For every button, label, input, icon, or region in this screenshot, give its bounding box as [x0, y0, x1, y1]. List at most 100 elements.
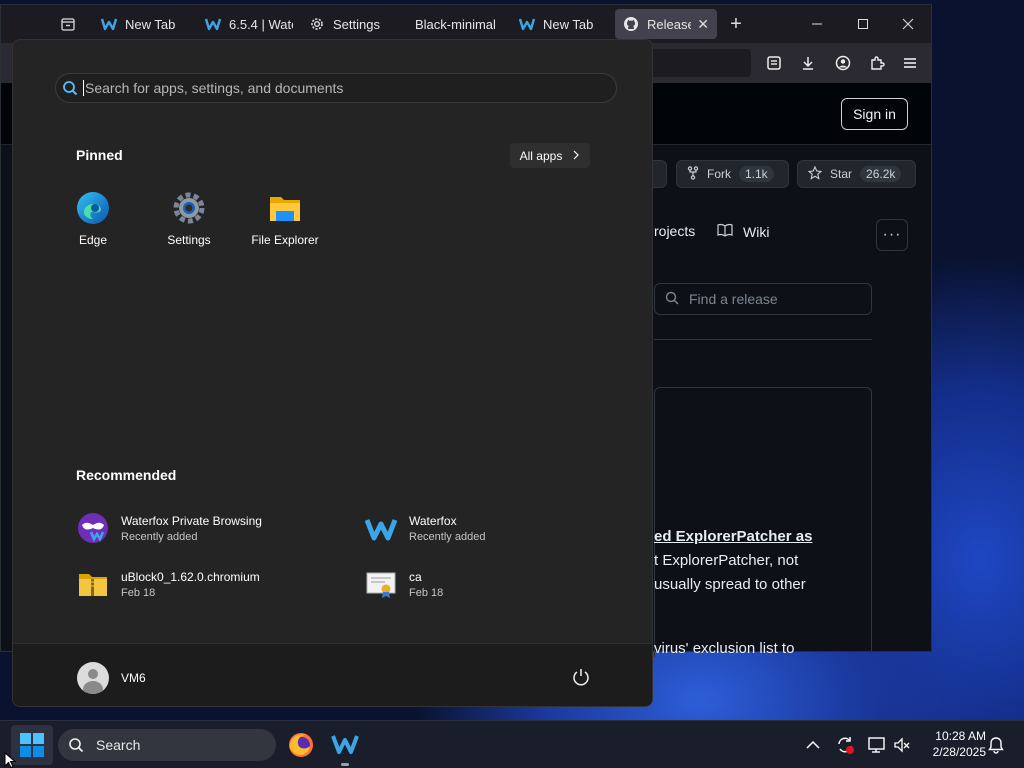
- pinned-edge[interactable]: Edge: [49, 191, 137, 247]
- edge-icon: [76, 191, 110, 225]
- clock-time: 10:28 AM: [935, 729, 986, 743]
- recommended-sub: Recently added: [121, 530, 198, 543]
- content-text: t ExplorerPatcher, not: [654, 552, 799, 569]
- star-label: Star: [830, 167, 853, 181]
- tab-releases[interactable]: Release ✕: [615, 9, 717, 39]
- fork-button[interactable]: Fork 1.1k: [676, 160, 789, 188]
- star-button[interactable]: Star 26.2k: [797, 160, 916, 188]
- menu-icon[interactable]: [900, 53, 920, 73]
- pinned-settings[interactable]: Settings: [145, 191, 233, 247]
- recommended-sub: Recently added: [409, 530, 486, 543]
- sync-alert-icon[interactable]: [835, 735, 855, 755]
- chevron-right-icon: [572, 149, 580, 163]
- recommended-name: uBlock0_1.62.0.chromium: [121, 569, 260, 584]
- tab-label: New Tab: [125, 16, 176, 32]
- user-avatar[interactable]: [77, 662, 109, 694]
- reader-view-icon[interactable]: [764, 53, 784, 73]
- nav-projects[interactable]: rojects: [654, 223, 695, 239]
- waterfox-icon: [519, 16, 536, 32]
- maximize-icon[interactable]: [850, 11, 876, 37]
- content-link[interactable]: ed ExplorerPatcher as: [654, 528, 812, 545]
- text-caret: [83, 80, 84, 96]
- close-tab-icon[interactable]: ✕: [697, 16, 709, 33]
- recommended-sub: Feb 18: [409, 586, 444, 599]
- recommended-name: ca: [409, 569, 422, 584]
- star-count: 26.2k: [860, 166, 902, 182]
- running-indicator: [341, 763, 349, 766]
- search-placeholder: Search for apps, settings, and documents: [85, 80, 344, 96]
- recommended-title: Recommended: [76, 467, 177, 483]
- certificate-icon: [365, 568, 397, 600]
- content-text: virus' exclusion list to: [654, 640, 795, 657]
- tab-label: New Tab: [543, 16, 594, 32]
- recommended-name: Waterfox: [409, 513, 457, 528]
- minimize-icon[interactable]: [804, 11, 830, 37]
- recommended-waterfox-private[interactable]: Waterfox Private Browsing Recently added: [77, 512, 262, 544]
- network-icon[interactable]: [867, 735, 887, 755]
- waterfox-taskbar-icon[interactable]: [331, 732, 359, 758]
- star-icon: [807, 165, 823, 183]
- all-apps-label: All apps: [519, 148, 563, 163]
- notification-bell-icon[interactable]: [986, 735, 1006, 755]
- recommended-waterfox[interactable]: Waterfox Recently added: [365, 512, 485, 544]
- tab-new-tab-2[interactable]: New Tab: [519, 9, 607, 39]
- recommended-ca[interactable]: ca Feb 18: [365, 568, 443, 600]
- nav-wiki[interactable]: Wiki: [717, 223, 769, 240]
- settings-icon: [172, 191, 206, 225]
- pinned-label: Edge: [78, 233, 108, 247]
- firefox-icon[interactable]: [288, 732, 314, 758]
- taskbar-search[interactable]: Search: [58, 729, 276, 761]
- search-icon: [665, 291, 679, 308]
- all-apps-button[interactable]: All apps: [510, 143, 590, 168]
- tab-label: Release: [647, 16, 692, 32]
- power-icon[interactable]: [571, 667, 591, 687]
- volume-muted-icon[interactable]: [892, 735, 912, 755]
- extensions-icon[interactable]: [867, 53, 887, 73]
- tab-overview-icon[interactable]: [55, 11, 81, 37]
- pinned-label: Settings: [167, 233, 211, 247]
- wiki-label: Wiki: [743, 223, 770, 240]
- chevron-up-icon[interactable]: [803, 735, 823, 755]
- github-icon: [623, 16, 639, 32]
- more-options-button[interactable]: ···: [876, 219, 908, 251]
- release-panel: [654, 387, 872, 657]
- start-search-input[interactable]: Search for apps, settings, and documents: [55, 73, 617, 103]
- system-clock[interactable]: 10:28 AM 2/28/2025: [916, 728, 986, 760]
- waterfox-private-icon: [77, 512, 109, 544]
- book-icon: [717, 223, 733, 240]
- taskbar-search-label: Search: [96, 737, 141, 753]
- search-icon: [62, 80, 78, 96]
- fork-label: Fork: [707, 167, 731, 181]
- file-explorer-icon: [268, 191, 302, 225]
- tab-bar: New Tab 6.5.4 | Wate Settings Black-mini…: [1, 5, 931, 43]
- find-release-input[interactable]: Find a release: [654, 283, 872, 315]
- tab-new-tab-1[interactable]: New Tab: [101, 9, 197, 39]
- mouse-cursor-icon: [4, 751, 18, 768]
- clock-date: 2/28/2025: [932, 745, 986, 759]
- recommended-ublock[interactable]: uBlock0_1.62.0.chromium Feb 18: [77, 568, 260, 600]
- divider: [654, 339, 872, 340]
- zip-folder-icon: [77, 568, 109, 600]
- search-icon: [68, 737, 84, 753]
- gear-icon: [309, 16, 325, 32]
- close-window-icon[interactable]: [895, 11, 921, 37]
- account-icon[interactable]: [833, 53, 853, 73]
- find-placeholder: Find a release: [689, 291, 778, 307]
- waterfox-icon: [365, 512, 397, 544]
- tab-settings[interactable]: Settings: [309, 9, 401, 39]
- start-menu: Search for apps, settings, and documents…: [12, 39, 653, 707]
- tab-black-minimal[interactable]: Black-minimal: [415, 9, 497, 39]
- pinned-label: File Explorer: [251, 233, 319, 247]
- waterfox-icon: [205, 16, 222, 32]
- download-icon[interactable]: [798, 53, 818, 73]
- pinned-file-explorer[interactable]: File Explorer: [241, 191, 329, 247]
- tab-label: 6.5.4 | Wate: [229, 16, 293, 32]
- tab-label: Settings: [333, 16, 380, 32]
- sign-in-button[interactable]: Sign in: [841, 98, 908, 130]
- content-text: usually spread to other: [654, 576, 806, 593]
- user-name[interactable]: VM6: [121, 671, 146, 685]
- waterfox-icon: [101, 16, 118, 32]
- start-footer: VM6: [13, 643, 652, 706]
- new-tab-button[interactable]: +: [723, 11, 749, 37]
- tab-waterfox-release[interactable]: 6.5.4 | Wate: [205, 9, 293, 39]
